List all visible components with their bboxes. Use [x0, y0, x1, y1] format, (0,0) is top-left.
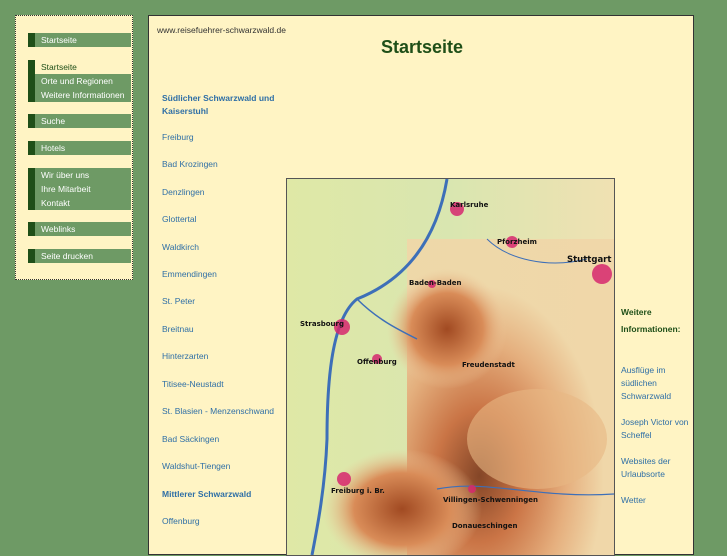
nav-marker [28, 33, 35, 47]
location-link-freiburg[interactable]: Freiburg [162, 132, 194, 142]
info-link-websites[interactable]: Websites der Urlaubsorte [621, 455, 691, 481]
nav-item-seite-drucken[interactable]: Seite drucken [28, 249, 131, 263]
location-link-titisee-neustadt[interactable]: Titisee-Neustadt [162, 379, 224, 389]
info-link-scheffel[interactable]: Joseph Victor von Scheffel [621, 416, 691, 442]
map-label-donaueschingen: Donaueschingen [452, 522, 517, 530]
location-link-bad-saeckingen[interactable]: Bad Säckingen [162, 434, 219, 444]
nav-marker [28, 222, 35, 236]
location-link-hinterzarten[interactable]: Hinterzarten [162, 351, 208, 361]
info-link-wetter[interactable]: Wetter [621, 494, 691, 507]
location-link-waldshut-tiengen[interactable]: Waldshut-Tiengen [162, 461, 230, 471]
nav-group-search: Suche [28, 114, 131, 128]
nav-item-orte[interactable]: Orte und Regionen [28, 74, 131, 88]
info-link-ausfluege[interactable]: Ausflüge im südlichen Schwarzwald [621, 364, 691, 403]
location-link-breitnau[interactable]: Breitnau [162, 324, 194, 334]
nav-item-startseite[interactable]: Startseite [28, 33, 131, 47]
relief-map: Karlsruhe Pforzheim Stuttgart Baden-Bade… [286, 178, 615, 556]
location-link-st-blasien[interactable]: St. Blasien - Menzenschwand [162, 406, 274, 416]
nav-item-weitere-info[interactable]: Weitere Informationen [28, 88, 131, 102]
location-link-offenburg[interactable]: Offenburg [162, 516, 200, 526]
map-label-freiburg: Freiburg i. Br. [331, 487, 385, 495]
nav-marker [28, 249, 35, 263]
map-label-strasbourg: Strasbourg [300, 320, 344, 328]
map-label-villingen-schwenningen: Villingen-Schwenningen [443, 496, 538, 504]
nav-marker [28, 141, 35, 155]
location-link-waldkirch[interactable]: Waldkirch [162, 242, 199, 252]
map-label-karlsruhe: Karlsruhe [450, 201, 489, 209]
location-link-st-peter[interactable]: St. Peter [162, 296, 195, 306]
location-link-denzlingen[interactable]: Denzlingen [162, 187, 205, 197]
nav-group-hotels: Hotels [28, 141, 131, 155]
map-label-baden-baden: Baden-Baden [409, 279, 462, 287]
info-heading: Weitere Informationen: [621, 307, 681, 334]
nav-group-weblinks: Weblinks [28, 222, 131, 236]
nav-item-suche[interactable]: Suche [28, 114, 131, 128]
nav-group-home: Startseite [28, 33, 131, 47]
page-title: Startseite [380, 37, 464, 57]
location-link-suedlicher-schwarzwald[interactable]: Südlicher Schwarzwald und Kaiserstuhl [162, 92, 287, 118]
nav-marker [28, 168, 35, 210]
sidebar-nav: Startseite Startseite Orte und Regionen … [15, 15, 133, 280]
map-label-offenburg: Offenburg [357, 358, 397, 366]
location-link-bad-krozingen[interactable]: Bad Krozingen [162, 159, 218, 169]
location-link-mittlerer-schwarzwald[interactable]: Mittlerer Schwarzwald [162, 488, 251, 501]
site-url: www.reisefuehrer-schwarzwald.de [157, 25, 286, 35]
relief-map-graphic: Karlsruhe Pforzheim Stuttgart Baden-Bade… [287, 179, 614, 555]
main-content: www.reisefuehrer-schwarzwald.de Startsei… [148, 15, 694, 556]
map-label-stuttgart: Stuttgart [567, 255, 611, 265]
nav-marker [28, 60, 35, 102]
nav-item-mitarbeit[interactable]: Ihre Mitarbeit [28, 182, 131, 196]
nav-item-hotels[interactable]: Hotels [28, 141, 131, 155]
map-label-pforzheim: Pforzheim [497, 238, 537, 246]
nav-group-print: Seite drucken [28, 249, 131, 263]
nav-item-weblinks[interactable]: Weblinks [28, 222, 131, 236]
nav-item-kontakt[interactable]: Kontakt [28, 196, 131, 210]
nav-group-about: Wir über uns Ihre Mitarbeit Kontakt [28, 168, 131, 210]
map-label-freudenstadt: Freudenstadt [462, 361, 516, 369]
location-link-emmendingen[interactable]: Emmendingen [162, 269, 217, 279]
location-link-glottertal[interactable]: Glottertal [162, 214, 197, 224]
nav-item-wir-ueber-uns[interactable]: Wir über uns [28, 168, 131, 182]
nav-group-places: Startseite Orte und Regionen Weitere Inf… [28, 60, 131, 102]
nav-marker [28, 114, 35, 128]
nav-item-startseite-sub[interactable]: Startseite [28, 60, 131, 74]
